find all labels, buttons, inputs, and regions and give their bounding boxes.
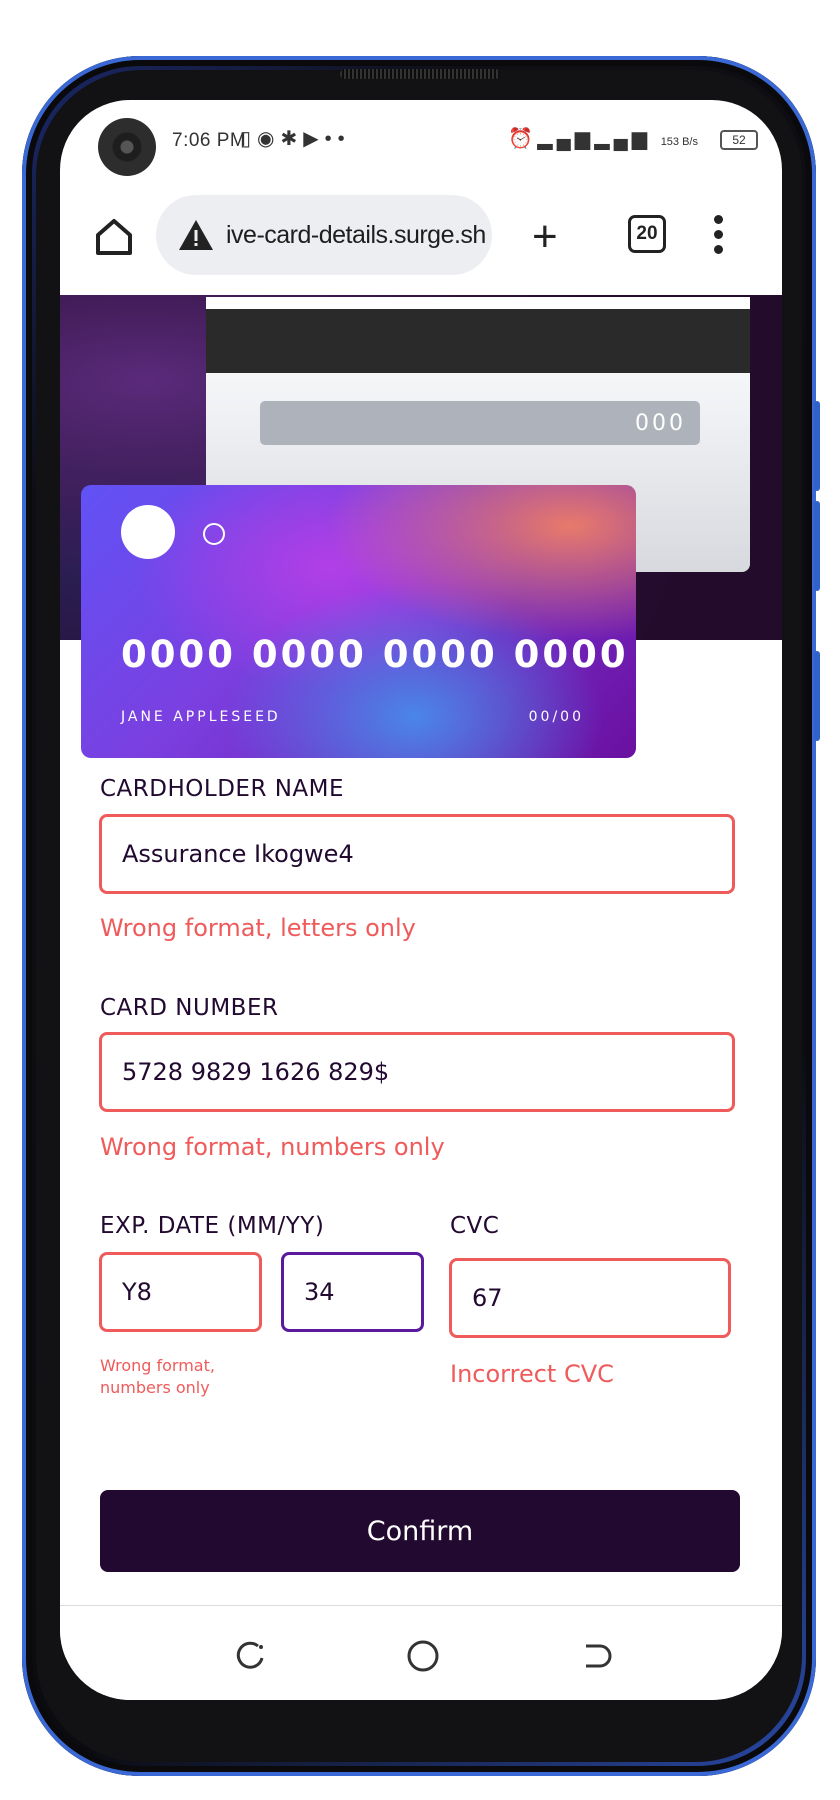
exp-date-label: EXP. DATE (MM/YY) xyxy=(100,1213,325,1239)
card-number-label: CARD NUMBER xyxy=(100,995,279,1021)
url-text: ive-card-details.surge.sh xyxy=(226,221,486,249)
address-bar[interactable]: ive-card-details.surge.sh xyxy=(156,195,492,275)
exp-month-input[interactable]: Y8 xyxy=(99,1252,262,1332)
power-button xyxy=(814,651,820,741)
cvc-label: CVC xyxy=(450,1213,500,1239)
battery-charging-icon: ▯ xyxy=(240,128,258,150)
cvc-input[interactable]: 67 xyxy=(449,1258,731,1338)
card-front-holder: JANE APPLESEED xyxy=(121,709,281,725)
tab-count-button[interactable]: 20 xyxy=(628,215,666,253)
notification-icon: ✱ xyxy=(280,128,304,150)
warning-icon[interactable] xyxy=(176,215,216,255)
card-number-error: Wrong format, numbers only xyxy=(100,1133,445,1161)
front-camera xyxy=(98,118,156,176)
earpiece-speaker xyxy=(340,69,500,79)
volume-down-button xyxy=(814,501,820,591)
cvc-error: Incorrect CVC xyxy=(450,1360,614,1388)
status-bar: 7:06 PM ▯◉✱▶•• ⏰▂▄▆▂▄▆ 153 B/s 52 xyxy=(60,100,782,200)
new-tab-button[interactable]: + xyxy=(532,215,558,259)
home-icon[interactable] xyxy=(90,213,138,261)
cardholder-name-label: CARDHOLDER NAME xyxy=(100,776,345,802)
status-left-icons: ▯◉✱▶•• xyxy=(240,126,351,151)
card-front-number: 0000 0000 0000 0000 xyxy=(121,633,629,676)
alarm-icon: ⏰ xyxy=(508,128,538,150)
card-back-cvc: 000 xyxy=(635,411,686,436)
cardholder-name-error: Wrong format, letters only xyxy=(100,914,416,942)
exp-date-error: Wrong format, numbers only xyxy=(100,1356,215,1397)
back-icon[interactable] xyxy=(578,1638,614,1674)
status-time: 7:06 PM xyxy=(172,130,247,151)
browser-toolbar: ive-card-details.surge.sh + 20 xyxy=(60,195,782,295)
card-logo-ring xyxy=(203,523,225,545)
signal-icon: ▂▄▆ xyxy=(537,128,595,150)
signal-icon: ▂▄▆ xyxy=(594,128,652,150)
card-logo-circle xyxy=(121,505,175,559)
cardholder-name-input[interactable]: Assurance Ikogwe4 xyxy=(99,814,735,894)
magnetic-stripe xyxy=(206,309,750,373)
card-front: 0000 0000 0000 0000 JANE APPLESEED 00/00 xyxy=(81,485,636,758)
recents-icon[interactable] xyxy=(232,1638,268,1674)
signature-strip: 000 xyxy=(260,401,700,445)
youtube-icon: ▶ xyxy=(303,128,325,150)
network-speed: 153 B/s xyxy=(660,136,698,148)
volume-up-button xyxy=(814,401,820,491)
card-number-input[interactable]: 5728 9829 1626 829$ xyxy=(99,1032,735,1112)
battery-level: 52 xyxy=(720,130,758,150)
confirm-button[interactable]: Confirm xyxy=(100,1490,740,1572)
hotspot-icon: ◉ xyxy=(257,128,281,150)
more-dots-icon: •• xyxy=(324,128,351,150)
exp-year-input[interactable]: 34 xyxy=(281,1252,424,1332)
home-circle-icon[interactable] xyxy=(405,1638,441,1674)
more-menu-icon[interactable] xyxy=(712,215,724,255)
status-right-icons: ⏰▂▄▆▂▄▆ 153 B/s xyxy=(508,126,698,151)
phone-screen: 7:06 PM ▯◉✱▶•• ⏰▂▄▆▂▄▆ 153 B/s 52 ive-ca… xyxy=(60,100,782,1700)
card-front-expiry: 00/00 xyxy=(528,709,584,725)
android-navigation-bar xyxy=(60,1605,782,1700)
